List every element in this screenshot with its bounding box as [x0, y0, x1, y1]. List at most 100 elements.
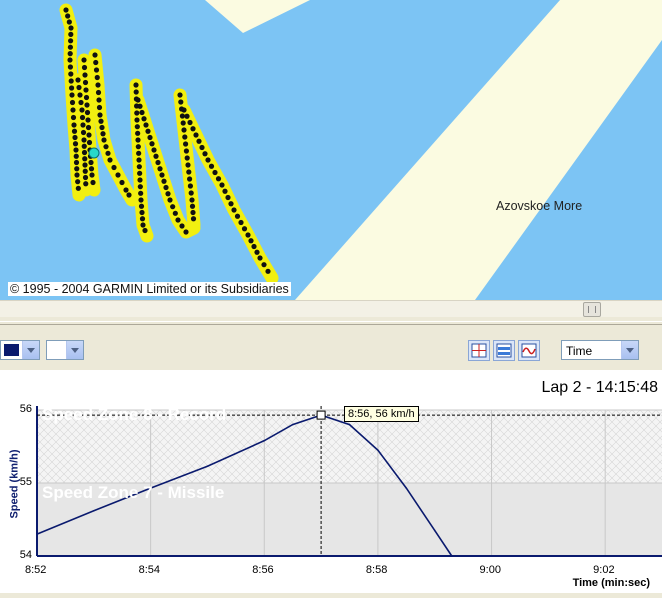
track-point: [68, 71, 74, 77]
track-point: [185, 162, 191, 168]
track-point: [254, 249, 260, 255]
track-point: [119, 179, 125, 186]
track-point: [111, 164, 117, 171]
track-point: [82, 72, 88, 78]
splitter[interactable]: [0, 321, 662, 325]
track-point: [79, 107, 85, 113]
track-point: [265, 268, 271, 274]
track-point: [181, 127, 187, 133]
track-point: [137, 184, 143, 190]
chevron-down-icon[interactable]: [621, 341, 638, 359]
track-point: [183, 229, 189, 235]
track-point: [137, 170, 143, 176]
track-point: [167, 197, 173, 203]
chevron-down-icon[interactable]: [22, 341, 39, 359]
track-point: [83, 87, 89, 93]
track-point: [95, 89, 102, 96]
track-point: [81, 137, 87, 143]
track-point: [82, 174, 89, 181]
track-point: [136, 157, 142, 163]
track-point: [103, 144, 109, 150]
track-point: [100, 131, 106, 137]
horizontal-scrollbar[interactable]: [0, 300, 662, 317]
track-point: [90, 179, 96, 186]
track-point: [212, 169, 218, 176]
track-point: [189, 197, 195, 203]
track-point: [178, 99, 184, 105]
track-point: [157, 166, 163, 172]
track-point: [80, 122, 86, 128]
track-point: [69, 85, 75, 91]
track-point: [134, 124, 140, 130]
map-view[interactable]: © 1995 - 2004 GARMIN Limited or its Subs…: [0, 0, 662, 300]
track-point: [248, 238, 254, 244]
track-point: [139, 216, 146, 222]
x-tick-label: 8:56: [252, 564, 274, 576]
chart-canvas[interactable]: [0, 370, 662, 593]
track-point: [107, 157, 113, 163]
track-point: [179, 113, 185, 119]
crosshair-button[interactable]: [468, 340, 490, 361]
track-point: [238, 219, 244, 226]
track-point: [73, 153, 79, 159]
smoothing-button[interactable]: [518, 340, 540, 361]
track-point: [71, 122, 77, 128]
track-point: [89, 172, 95, 178]
track-point: [138, 197, 144, 203]
track-point: [133, 89, 139, 95]
track-point: [71, 128, 78, 134]
map-canvas[interactable]: [0, 0, 662, 300]
track-point: [69, 92, 75, 98]
track-point: [190, 126, 196, 132]
track-point: [134, 110, 140, 116]
lap-title: Lap 2 - 14:15:48: [541, 379, 658, 396]
graph-toolbar: Time: [0, 330, 662, 370]
x-axis-title: Time (min:sec): [572, 577, 650, 589]
y-tick-label: 56: [19, 403, 32, 415]
x-tick-label: 8:54: [138, 564, 161, 576]
scrollbar-thumb[interactable]: [583, 302, 601, 317]
track-point: [196, 138, 202, 144]
line-color-dropdown[interactable]: [0, 340, 40, 360]
track-point: [96, 97, 102, 103]
speed-chart[interactable]: [0, 370, 662, 593]
track-point: [81, 57, 87, 63]
track-point: [96, 104, 103, 111]
track-point: [135, 130, 141, 136]
track-point: [68, 25, 74, 31]
track-point: [75, 185, 81, 191]
track-point: [215, 176, 222, 182]
chevron-down-icon[interactable]: [66, 341, 83, 359]
track-point: [83, 94, 90, 101]
x-axis-select[interactable]: Time: [561, 340, 639, 360]
current-position-marker[interactable]: [88, 147, 100, 159]
track-point: [188, 190, 194, 196]
track-point: [78, 99, 84, 106]
speed-data-point: [93, 509, 95, 512]
track-point: [245, 232, 251, 238]
speed-data-point: [348, 423, 351, 426]
track-point: [257, 255, 263, 261]
track-point: [75, 77, 81, 83]
track-point: [101, 137, 107, 143]
track-point: [172, 210, 178, 216]
track-point: [187, 183, 193, 189]
track-point: [180, 120, 186, 126]
track-point: [163, 184, 169, 191]
track-point: [133, 82, 139, 88]
speed-data-point: [206, 465, 209, 468]
track-point: [76, 84, 82, 91]
track-point: [97, 112, 103, 118]
track-point: [67, 44, 73, 50]
track-point: [79, 114, 86, 121]
track-point: [73, 147, 79, 153]
track-point: [93, 59, 99, 66]
map-copyright: © 1995 - 2004 GARMIN Limited or its Subs…: [8, 282, 291, 296]
track-point: [99, 124, 105, 131]
track-point: [184, 113, 190, 119]
track-point: [177, 92, 183, 98]
fill-style-dropdown[interactable]: [46, 340, 84, 360]
track-point: [181, 107, 187, 113]
track-point: [93, 67, 100, 73]
zones-button[interactable]: [493, 340, 515, 361]
